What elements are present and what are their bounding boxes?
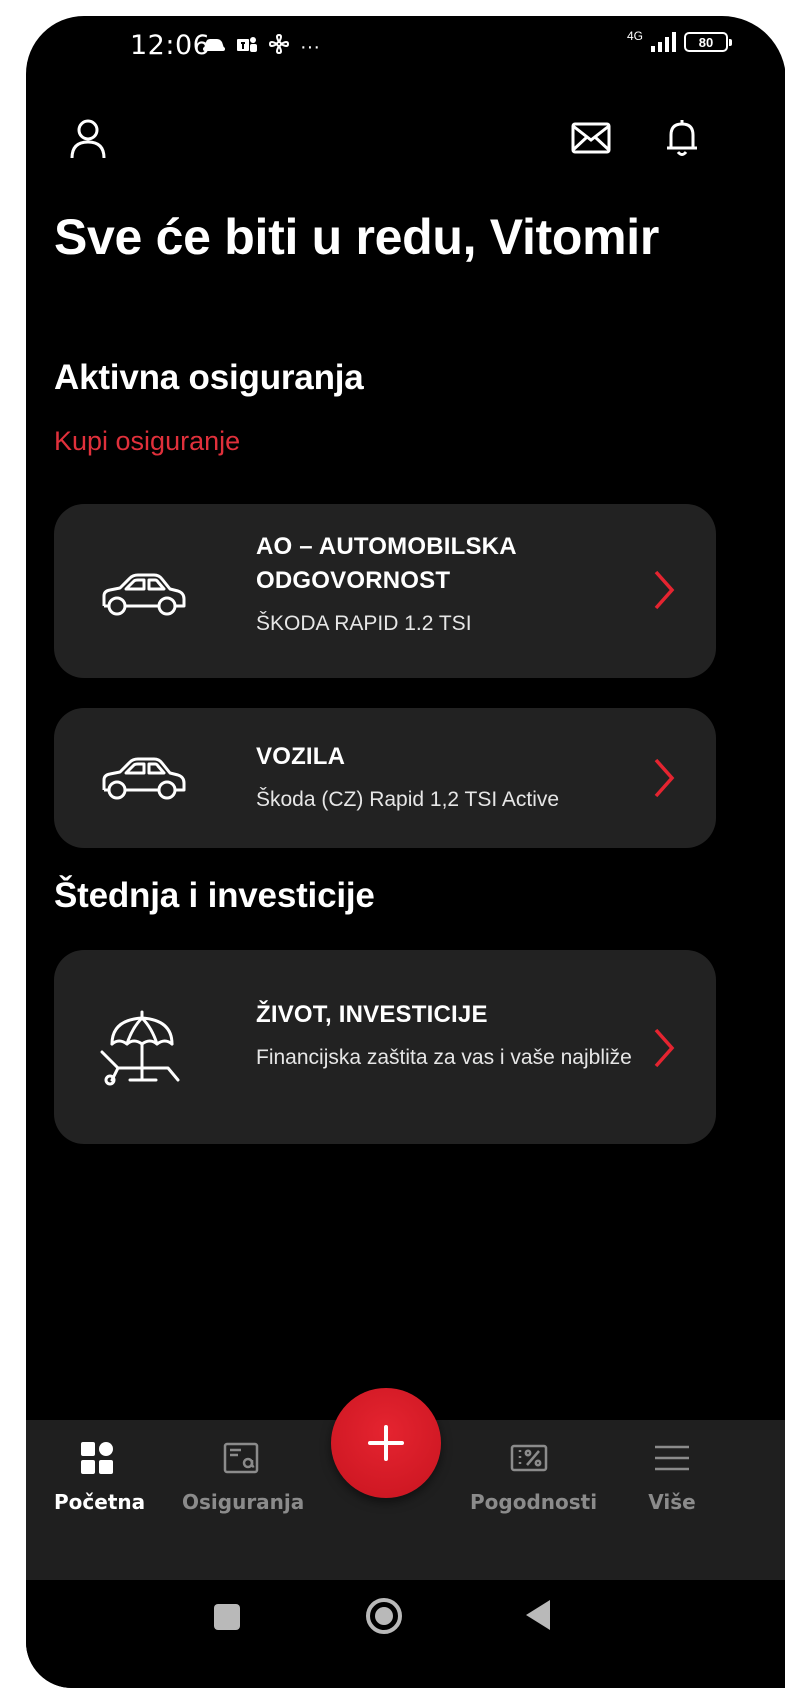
- chevron-right-icon: [654, 570, 675, 610]
- nav-item-insurances[interactable]: Osiguranja: [182, 1438, 305, 1514]
- insurance-card-ao[interactable]: AO – AUTOMOBILSKA ODGOVORNOST ŠKODA RAPI…: [54, 504, 716, 678]
- status-time: 12:06: [130, 30, 211, 61]
- signal-icon: [651, 32, 676, 52]
- app-screen: 12:06 ··· 4G 80 Sve će biti u redu, Vito…: [26, 16, 785, 1688]
- recent-apps-button[interactable]: [214, 1604, 240, 1630]
- car-notification-icon: [202, 35, 226, 59]
- greeting-title: Sve će biti u redu, Vitomir: [54, 209, 660, 265]
- card-title: ŽIVOT, INVESTICIJE: [256, 1001, 488, 1028]
- car-icon: [102, 757, 186, 800]
- discount-ticket-icon: [510, 1444, 548, 1472]
- buy-insurance-link[interactable]: Kupi osiguranje: [54, 426, 240, 457]
- card-text: AO – AUTOMOBILSKA ODGOVORNOST ŠKODA RAPI…: [256, 530, 636, 639]
- nav-label: Početna: [54, 1490, 146, 1514]
- policy-document-icon: [223, 1442, 259, 1474]
- fan-icon: [268, 33, 290, 61]
- card-text: ŽIVOT, INVESTICIJE Financijska zaštita z…: [256, 998, 636, 1073]
- menu-icon: [655, 1445, 689, 1471]
- bell-icon[interactable]: [658, 114, 706, 162]
- plus-icon: [368, 1425, 404, 1461]
- battery-level: 80: [698, 34, 714, 50]
- section-title-active: Aktivna osiguranja: [54, 358, 364, 397]
- insurance-card-zivot[interactable]: ŽIVOT, INVESTICIJE Financijska zaštita z…: [54, 950, 716, 1144]
- nav-label: Osiguranja: [182, 1490, 305, 1514]
- nav-item-more[interactable]: Više: [644, 1438, 700, 1514]
- card-title: AO – AUTOMOBILSKA ODGOVORNOST: [256, 533, 516, 594]
- system-navigation-bar: [26, 1580, 785, 1688]
- nav-label: Više: [648, 1490, 696, 1514]
- profile-icon[interactable]: [64, 114, 112, 162]
- home-grid-icon: [81, 1442, 113, 1474]
- add-button[interactable]: [331, 1388, 441, 1498]
- status-bar: 12:06 ··· 4G 80: [26, 16, 785, 76]
- nav-item-home[interactable]: Početna: [54, 1438, 146, 1514]
- nav-item-benefits[interactable]: Pogodnosti: [470, 1438, 598, 1514]
- teams-icon: [236, 34, 258, 60]
- status-system-icons: 4G 80: [626, 29, 732, 52]
- card-subtitle: ŠKODA RAPID 1.2 TSI: [256, 612, 472, 635]
- card-subtitle: Škoda (CZ) Rapid 1,2 TSI Active: [256, 788, 560, 811]
- mail-icon[interactable]: [567, 114, 615, 162]
- status-notification-icons: ···: [202, 33, 320, 61]
- chevron-right-icon: [654, 1028, 675, 1068]
- beach-umbrella-icon: [100, 1010, 180, 1086]
- insurance-card-vozila[interactable]: VOZILA Škoda (CZ) Rapid 1,2 TSI Active: [54, 708, 716, 848]
- card-title: VOZILA: [256, 743, 346, 770]
- nav-label: Pogodnosti: [470, 1490, 598, 1514]
- battery-icon: 80: [684, 32, 732, 52]
- card-subtitle: Financijska zaštita za vas i vaše najbli…: [256, 1046, 632, 1069]
- more-dots-icon: ···: [300, 36, 320, 58]
- section-title-savings: Štednja i investicije: [54, 876, 375, 915]
- network-type: 4G: [626, 29, 643, 43]
- card-text: VOZILA Škoda (CZ) Rapid 1,2 TSI Active: [256, 740, 636, 815]
- back-button[interactable]: [526, 1600, 550, 1630]
- chevron-right-icon: [654, 758, 675, 798]
- home-button[interactable]: [366, 1598, 402, 1634]
- car-icon: [102, 573, 186, 616]
